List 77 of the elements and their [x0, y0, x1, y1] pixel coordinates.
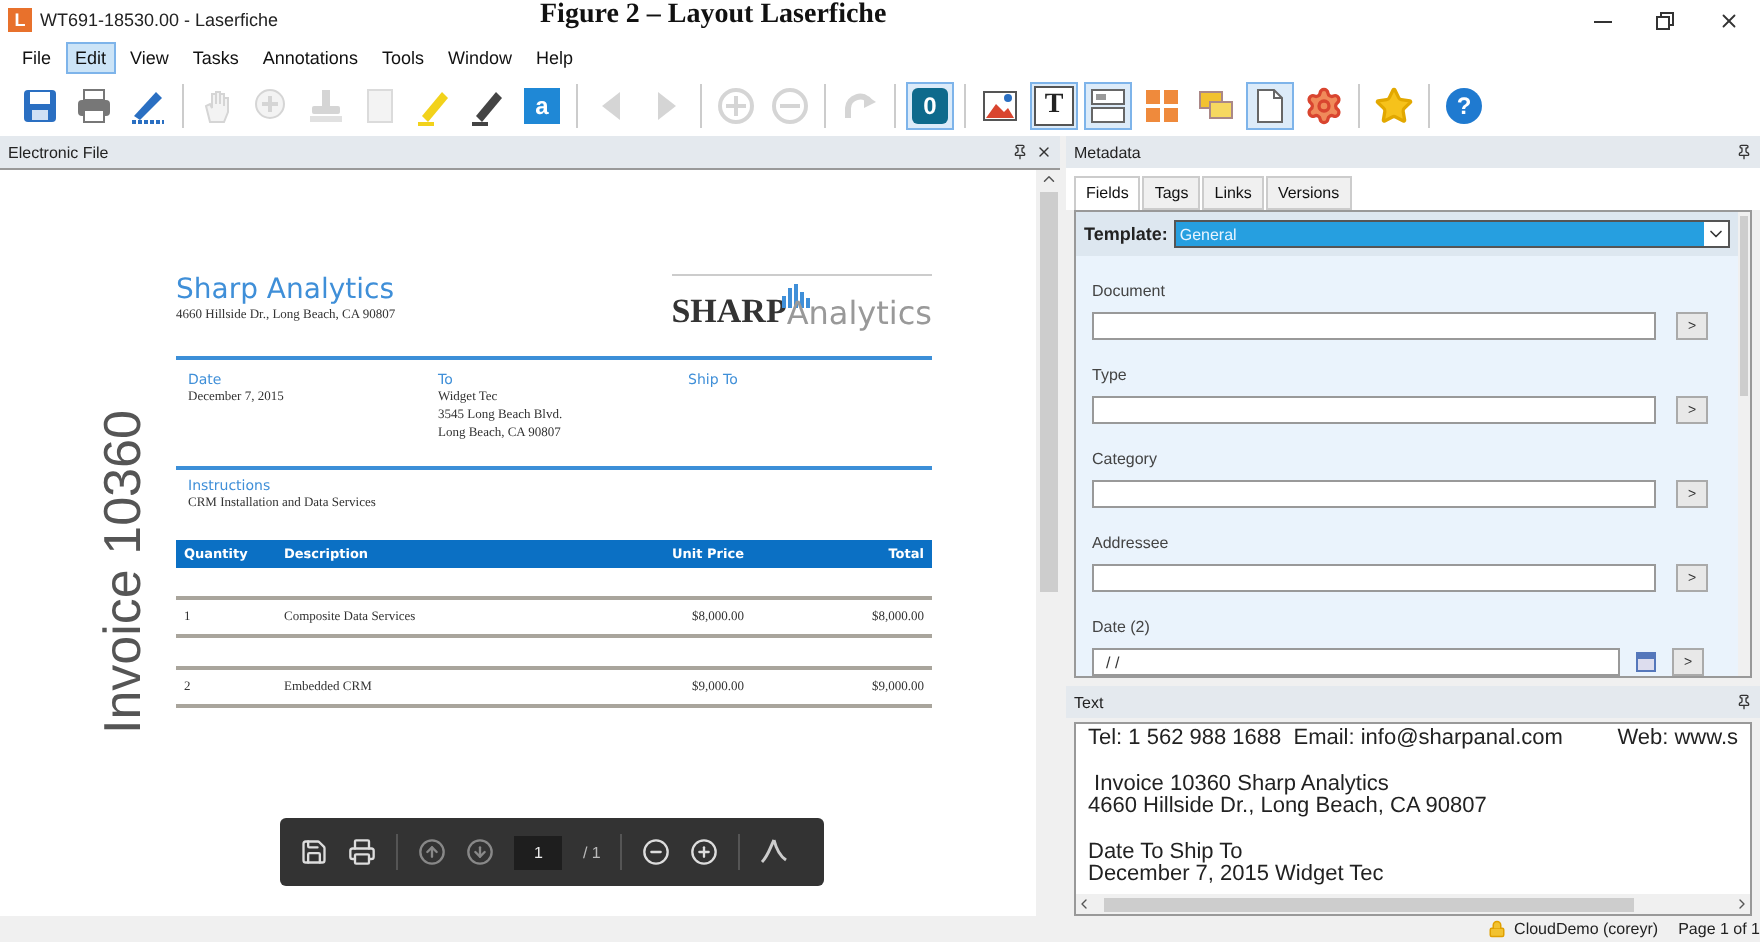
calendar-icon[interactable]	[1636, 652, 1656, 672]
tab[interactable]: Fields	[1074, 176, 1141, 210]
input-field[interactable]	[1092, 564, 1656, 592]
restore-icon[interactable]	[1656, 11, 1674, 29]
field-label: Type	[1092, 366, 1129, 384]
company-logo: SHARPAnalytics	[671, 274, 932, 332]
lock-icon	[1488, 920, 1507, 938]
text-line: Invoice 10360 Sharp Analytics	[1092, 773, 1389, 796]
menu-item[interactable]: Tools	[371, 42, 434, 74]
image-icon	[980, 86, 1020, 126]
pin-icon[interactable]	[1736, 144, 1752, 160]
toolbar-button[interactable]	[1084, 82, 1132, 130]
text-line: Web: www.s	[1617, 728, 1738, 751]
pen-icon	[128, 86, 168, 126]
layout-icon	[1088, 86, 1128, 126]
tab[interactable]: Links	[1202, 176, 1264, 210]
gear-icon	[1304, 86, 1344, 126]
input-field[interactable]	[1092, 312, 1656, 340]
text-line: Tel: 1 562 988 1688 Email: info@sharpanal.com	[1088, 728, 1563, 751]
page-total: / 1	[582, 843, 601, 861]
toolbar-button[interactable]	[1246, 82, 1294, 130]
menu-item[interactable]: Window	[437, 42, 522, 74]
menu-item[interactable]: File	[12, 42, 62, 74]
template-label: Template:	[1084, 224, 1168, 244]
pane-title: Text	[1074, 693, 1106, 711]
scroll-right-icon[interactable]	[1734, 896, 1750, 912]
arrow-down-icon[interactable]	[466, 838, 494, 866]
minus-circle-icon	[770, 86, 810, 126]
tab[interactable]: Tags	[1142, 176, 1201, 210]
scrollbar[interactable]	[1076, 894, 1750, 914]
arrow-up-icon[interactable]	[418, 838, 446, 866]
field-label: Date (2)	[1092, 618, 1152, 636]
company-name: Sharp Analytics	[176, 274, 396, 306]
app-logo: L	[8, 8, 32, 32]
pane-title: Electronic File	[8, 143, 111, 161]
user-status: CloudDemo (coreyr)	[1488, 920, 1659, 938]
figure-caption: Figure 2 – Layout Laserfiche	[540, 0, 887, 32]
pen-icon	[468, 86, 508, 126]
scroll-up-icon[interactable]	[1039, 170, 1057, 188]
menu-item[interactable]: View	[120, 42, 179, 74]
menu-item[interactable]: Help	[525, 42, 583, 74]
thumbnails-icon	[1142, 86, 1182, 126]
menu-item[interactable]: Tasks	[182, 42, 249, 74]
scroll-left-icon[interactable]	[1076, 896, 1092, 912]
pane-title: Metadata	[1074, 143, 1143, 161]
scrollbar[interactable]	[1738, 212, 1750, 676]
tab[interactable]: Versions	[1265, 176, 1352, 210]
field-label: Document	[1092, 282, 1167, 300]
plus-circle-icon	[716, 86, 756, 126]
pin-icon[interactable]	[1012, 144, 1028, 160]
page-number-field[interactable]: 1	[514, 835, 563, 869]
zoom-in-icon[interactable]	[690, 838, 719, 866]
stamp-icon	[306, 86, 346, 126]
text-line: December 7, 2015 Widget Tec	[1088, 864, 1384, 887]
page-status: Page 1 of 1	[1678, 920, 1760, 938]
field-label: Addressee	[1092, 534, 1171, 552]
pin-icon[interactable]	[1736, 694, 1752, 710]
menu-item[interactable]: Annotations	[252, 42, 368, 74]
save-icon[interactable]	[300, 838, 328, 866]
close-icon[interactable]	[1718, 9, 1740, 31]
menu-item[interactable]: Edit	[65, 42, 117, 74]
save-icon	[20, 86, 60, 126]
input-field[interactable]	[1092, 396, 1656, 424]
scrollbar[interactable]	[1036, 170, 1060, 916]
highlighter-icon	[414, 86, 454, 126]
text-line: Date To Ship To	[1088, 841, 1243, 864]
input-field[interactable]: / /	[1092, 648, 1620, 676]
print-icon	[74, 86, 114, 126]
print-icon[interactable]	[348, 838, 376, 866]
input-field[interactable]	[1092, 480, 1656, 508]
zoom-out-icon[interactable]	[642, 838, 671, 866]
close-icon[interactable]	[1036, 144, 1052, 160]
field-label: Category	[1092, 450, 1159, 468]
star-icon	[1374, 86, 1414, 126]
invoice-title: Invoice 10360	[92, 410, 152, 734]
window-title: WT691-18530.00 - Laserfiche	[40, 10, 279, 30]
text-line: 4660 Hillside Dr., Long Beach, CA 90807	[1088, 796, 1487, 819]
